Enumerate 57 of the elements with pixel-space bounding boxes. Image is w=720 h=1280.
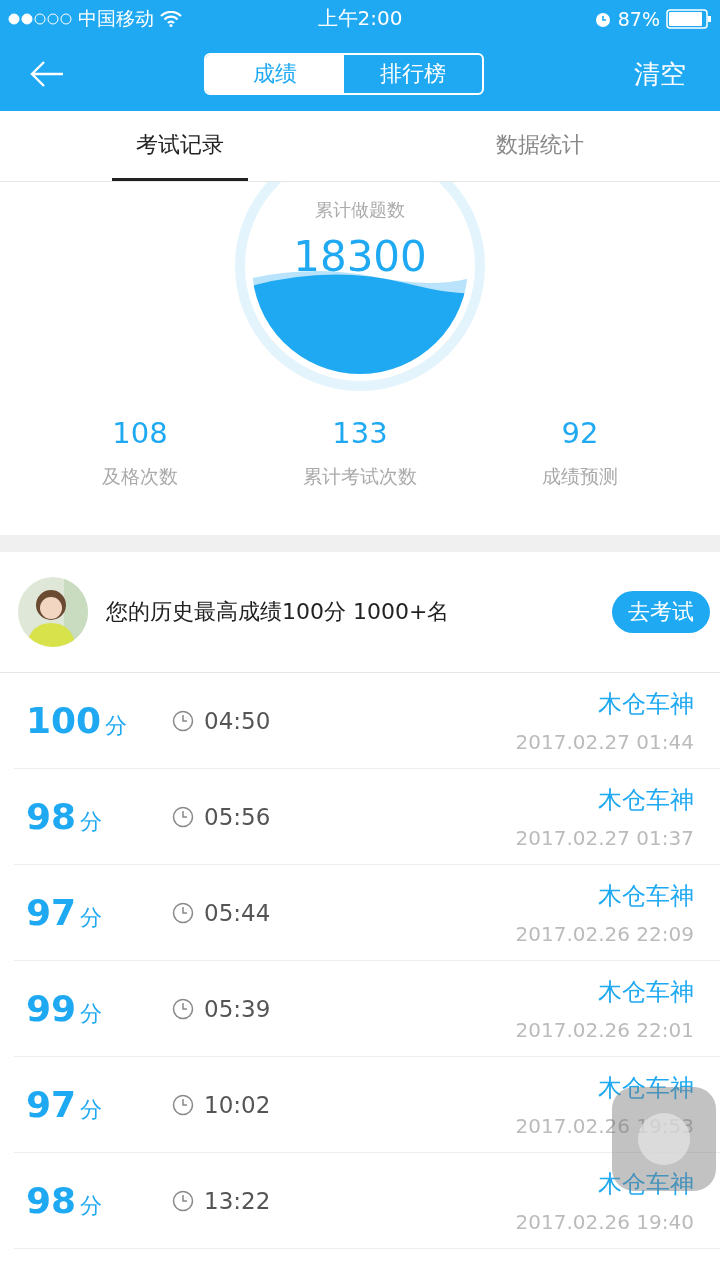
user-name: 木仓车神 bbox=[598, 1168, 694, 1200]
battery-icon bbox=[666, 8, 712, 29]
gauge-caption: 累计做题数 bbox=[315, 198, 405, 222]
clear-button[interactable]: 清空 bbox=[624, 55, 696, 93]
clock-icon bbox=[172, 805, 194, 828]
score-value: 97 bbox=[26, 1084, 77, 1125]
tab[interactable]: 考试记录 bbox=[112, 111, 248, 181]
status-time: 上午2:00 bbox=[317, 5, 403, 32]
gauge-value: 18300 bbox=[293, 232, 427, 281]
stat-label: 及格次数 bbox=[102, 464, 178, 489]
score-unit: 分 bbox=[80, 904, 103, 932]
stat-value: 108 bbox=[112, 416, 168, 450]
score-unit: 分 bbox=[80, 808, 103, 836]
stat-value: 92 bbox=[561, 416, 599, 450]
user-name: 木仓车神 bbox=[598, 976, 694, 1008]
record-date: 2017.02.26 22:01 bbox=[515, 1017, 694, 1042]
score-unit: 分 bbox=[80, 1096, 103, 1124]
clock-icon bbox=[172, 1093, 194, 1116]
duration-text: 05:39 bbox=[204, 995, 271, 1022]
wifi-icon bbox=[160, 10, 182, 27]
score-value: 97 bbox=[26, 892, 77, 933]
record-date: 2017.02.26 22:09 bbox=[515, 921, 694, 946]
segment-tab[interactable]: 排行榜 bbox=[344, 55, 482, 93]
duration-text: 13:22 bbox=[204, 1187, 271, 1214]
score-value: 98 bbox=[26, 1180, 77, 1221]
segment-tab[interactable]: 成绩 bbox=[206, 55, 344, 93]
battery-percent: 87% bbox=[617, 7, 660, 30]
score-unit: 分 bbox=[105, 712, 128, 740]
take-exam-button[interactable]: 去考试 bbox=[612, 591, 710, 633]
clock-icon bbox=[172, 997, 194, 1020]
record-date: 2017.02.27 01:37 bbox=[515, 825, 694, 850]
tab[interactable]: 数据统计 bbox=[472, 111, 608, 181]
clock-icon bbox=[172, 709, 194, 732]
user-name: 木仓车神 bbox=[598, 688, 694, 720]
carrier-name: 中国移动 bbox=[78, 5, 154, 31]
record-date: 2017.02.26 19:40 bbox=[515, 1209, 694, 1234]
duration-text: 10:02 bbox=[204, 1091, 271, 1118]
score-value: 99 bbox=[26, 988, 77, 1029]
duration-text: 05:56 bbox=[204, 803, 271, 830]
back-arrow-icon[interactable] bbox=[30, 60, 64, 88]
duration-text: 05:44 bbox=[204, 899, 271, 926]
score-value: 98 bbox=[26, 796, 77, 837]
clock-icon bbox=[172, 1189, 194, 1212]
score-unit: 分 bbox=[80, 1192, 103, 1220]
clock-icon bbox=[172, 901, 194, 924]
user-name: 木仓车神 bbox=[598, 1072, 694, 1104]
stat-value: 133 bbox=[332, 416, 388, 450]
signal-icon bbox=[8, 12, 72, 25]
record-date: 2017.02.27 01:44 bbox=[515, 729, 694, 754]
stat-label: 成绩预测 bbox=[542, 464, 618, 489]
user-name: 木仓车神 bbox=[598, 784, 694, 816]
score-value: 100 bbox=[26, 700, 102, 741]
user-name: 木仓车神 bbox=[598, 880, 694, 912]
stat-label: 累计考试次数 bbox=[303, 464, 417, 489]
score-unit: 分 bbox=[80, 1000, 103, 1028]
duration-text: 04:50 bbox=[204, 707, 271, 734]
best-score-text: 您的历史最高成绩100分 1000+名 bbox=[106, 598, 451, 626]
